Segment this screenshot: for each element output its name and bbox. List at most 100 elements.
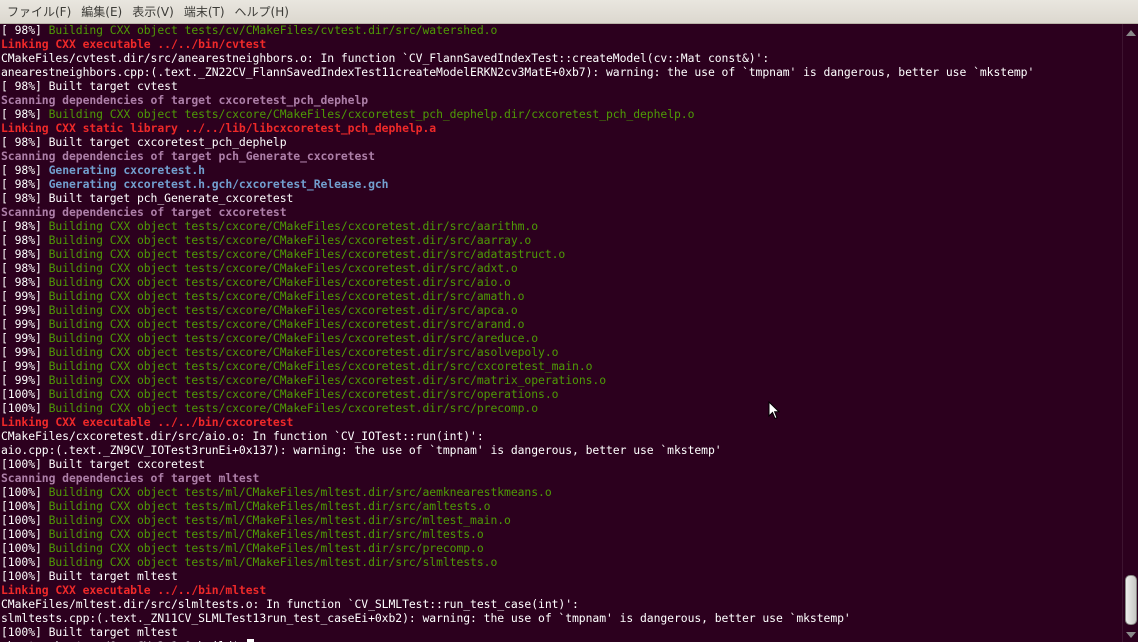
terminal-line-segment: Linking CXX static library ../../lib/lib… [1,121,437,135]
terminal-line-segment: [100%] [1,485,49,499]
terminal-line-segment: [ 99%] [1,345,49,359]
mouse-pointer-icon [768,401,780,420]
scroll-down-arrow-icon[interactable] [1126,632,1136,638]
terminal-output[interactable]: [ 98%] Building CXX object tests/cv/CMak… [0,24,1122,642]
terminal-line-segment: [ 98%] [1,107,49,121]
terminal-line-segment: Building CXX object tests/cxcore/CMakeFi… [48,345,559,359]
terminal-line-segment: Building CXX object tests/cxcore/CMakeFi… [48,401,539,415]
terminal-line: anearestneighbors.cpp:(.text._ZN22CV_Fla… [1,65,1034,79]
terminal-line-segment: CMakeFiles/cvtest.dir/src/anearestneighb… [1,51,770,65]
terminal-line-segment: Building CXX object tests/cxcore/CMakeFi… [48,275,511,289]
scroll-thumb[interactable] [1125,575,1137,625]
terminal-line-segment: anearestneighbors.cpp:(.text._ZN22CV_Fla… [1,65,1035,79]
terminal-line-segment: [ 99%] [1,373,49,387]
terminal-line: [100%] Building CXX object tests/ml/CMak… [1,555,1034,569]
menu-help[interactable]: ヘルプ(H) [230,0,294,23]
terminal-line: [100%] Building CXX object tests/ml/CMak… [1,513,1034,527]
terminal-line: [100%] Building CXX object tests/ml/CMak… [1,485,1034,499]
terminal-line-segment: Linking CXX executable ../../bin/cxcoret… [1,415,294,429]
terminal-line-segment: [100%] Built target mltest [1,569,178,583]
terminal-line: Linking CXX executable ../../bin/mltest [1,583,1034,597]
terminal-line: slmltests.cpp:(.text._ZN11CV_SLMLTest13r… [1,611,1034,625]
terminal-line: [ 98%] Built target cxcoretest_pch_dephe… [1,135,1034,149]
terminal-line-segment: Scanning dependencies of target pch_Gene… [1,149,375,163]
terminal-line: [ 98%] Building CXX object tests/cxcore/… [1,275,1034,289]
terminal-line-segment: [100%] [1,401,49,415]
terminal-line-segment: Building CXX object tests/ml/CMakeFiles/… [48,527,484,541]
terminal-line-segment: Building CXX object tests/ml/CMakeFiles/… [48,513,511,527]
terminal-line: [ 98%] Built target cvtest [1,79,1034,93]
terminal-line: [100%] Built target mltest [1,625,1034,639]
menu-terminal[interactable]: 端末(T) [179,0,230,23]
terminal-line: [ 99%] Building CXX object tests/cxcore/… [1,373,1034,387]
terminal-line-segment: [100%] Built target mltest [1,625,178,639]
terminal-line-segment: Generating cxcoretest.h [48,163,205,177]
terminal-line: [ 99%] Building CXX object tests/cxcore/… [1,359,1034,373]
terminal-line: [ 99%] Building CXX object tests/cxcore/… [1,303,1034,317]
terminal-line: [100%] Building CXX object tests/ml/CMak… [1,541,1034,555]
terminal-line-segment: Building CXX object tests/cxcore/CMakeFi… [48,219,539,233]
terminal-line-segment: [100%] Built target cxcoretest [1,457,205,471]
terminal-line-segment: [ 98%] Built target cxcoretest_pch_dephe… [1,135,287,149]
terminal-line: [ 98%] Building CXX object tests/cxcore/… [1,233,1034,247]
menu-view[interactable]: 表示(V) [127,0,179,23]
terminal-line: [ 98%] Generating cxcoretest.h [1,163,1034,177]
terminal-line: Scanning dependencies of target mltest [1,471,1034,485]
terminal-line: [ 99%] Building CXX object tests/cxcore/… [1,345,1034,359]
terminal-line-segment: Building CXX object tests/cxcore/CMakeFi… [48,359,593,373]
terminal-line-segment: [ 99%] [1,317,49,331]
terminal-line: [ 98%] Built target pch_Generate_cxcoret… [1,191,1034,205]
terminal-line: Linking CXX executable ../../bin/cxcoret… [1,415,1034,429]
terminal-line-segment: [ 98%] [1,177,49,191]
terminal-line-segment: Building CXX object tests/cv/CMakeFiles/… [48,24,498,37]
terminal-line-segment: [100%] [1,499,49,513]
terminal-line-segment: Building CXX object tests/cxcore/CMakeFi… [48,317,525,331]
terminal-line: [100%] Building CXX object tests/cxcore/… [1,387,1034,401]
terminal-line-segment: [100%] [1,513,49,527]
terminal-line-segment: [ 99%] [1,303,49,317]
menu-file[interactable]: ファイル(F) [2,0,76,23]
terminal-line: aio.cpp:(.text._ZN9CV_IOTest3runEi+0x137… [1,443,1034,457]
terminal-line-segment: [ 98%] [1,233,49,247]
terminal-line-segment: [ 99%] [1,359,49,373]
terminal-line-segment: [ 98%] [1,24,49,37]
terminal-line: CMakeFiles/mltest.dir/src/slmltests.o: I… [1,597,1034,611]
terminal-line-segment: Scanning dependencies of target cxcorete… [1,93,369,107]
terminal-line-segment: Building CXX object tests/cxcore/CMakeFi… [48,373,607,387]
terminal-line: [ 98%] Building CXX object tests/cxcore/… [1,261,1034,275]
terminal-scrollbar[interactable] [1122,24,1138,642]
terminal-line: Linking CXX static library ../../lib/lib… [1,121,1034,135]
terminal-line-segment: CMakeFiles/mltest.dir/src/slmltests.o: I… [1,597,579,611]
menu-bar: ファイル(F) 編集(E) 表示(V) 端末(T) ヘルプ(H) [0,0,1138,24]
terminal-line-segment: Building CXX object tests/ml/CMakeFiles/… [48,555,498,569]
terminal-line: [ 98%] Building CXX object tests/cv/CMak… [1,24,1034,37]
terminal-line: [ 99%] Building CXX object tests/cxcore/… [1,331,1034,345]
terminal-line-segment: [100%] [1,527,49,541]
terminal-line-segment: Building CXX object tests/cxcore/CMakeFi… [48,331,539,345]
terminal-line-segment: Scanning dependencies of target mltest [1,471,260,485]
terminal-line-segment: [ 98%] [1,219,49,233]
terminal-line: CMakeFiles/cxcoretest.dir/src/aio.o: In … [1,429,1034,443]
terminal-line-segment: Building CXX object tests/cxcore/CMakeFi… [48,233,532,247]
terminal-line: [100%] Building CXX object tests/ml/CMak… [1,527,1034,541]
terminal-line: [ 98%] Building CXX object tests/cxcore/… [1,247,1034,261]
terminal-line-segment: [ 99%] [1,289,49,303]
terminal-line: [100%] Building CXX object tests/cxcore/… [1,401,1034,415]
terminal-line-segment: [100%] [1,541,49,555]
terminal-line: [ 99%] Building CXX object tests/cxcore/… [1,289,1034,303]
scroll-up-arrow-icon[interactable] [1126,30,1136,36]
terminal-line-segment: Building CXX object tests/ml/CMakeFiles/… [48,541,484,555]
terminal-line: [100%] Building CXX object tests/ml/CMak… [1,499,1034,513]
terminal-line-segment: [ 98%] Built target cvtest [1,79,178,93]
terminal-lines: [ 98%] Building CXX object tests/cv/CMak… [1,24,1034,642]
menu-edit[interactable]: 編集(E) [76,0,127,23]
terminal-line-segment: Building CXX object tests/ml/CMakeFiles/… [48,485,552,499]
terminal-line-segment: [ 98%] [1,275,49,289]
terminal-line: Linking CXX executable ../../bin/cvtest [1,37,1034,51]
terminal-line-segment: Building CXX object tests/cxcore/CMakeFi… [48,107,695,121]
terminal-line-segment: aio.cpp:(.text._ZN9CV_IOTest3runEi+0x137… [1,443,722,457]
terminal-line-segment: [ 98%] [1,163,49,177]
terminal-line-segment: Building CXX object tests/ml/CMakeFiles/… [48,499,491,513]
terminal-line: [100%] Built target mltest [1,569,1034,583]
terminal-line-segment: Linking CXX executable ../../bin/cvtest [1,37,267,51]
